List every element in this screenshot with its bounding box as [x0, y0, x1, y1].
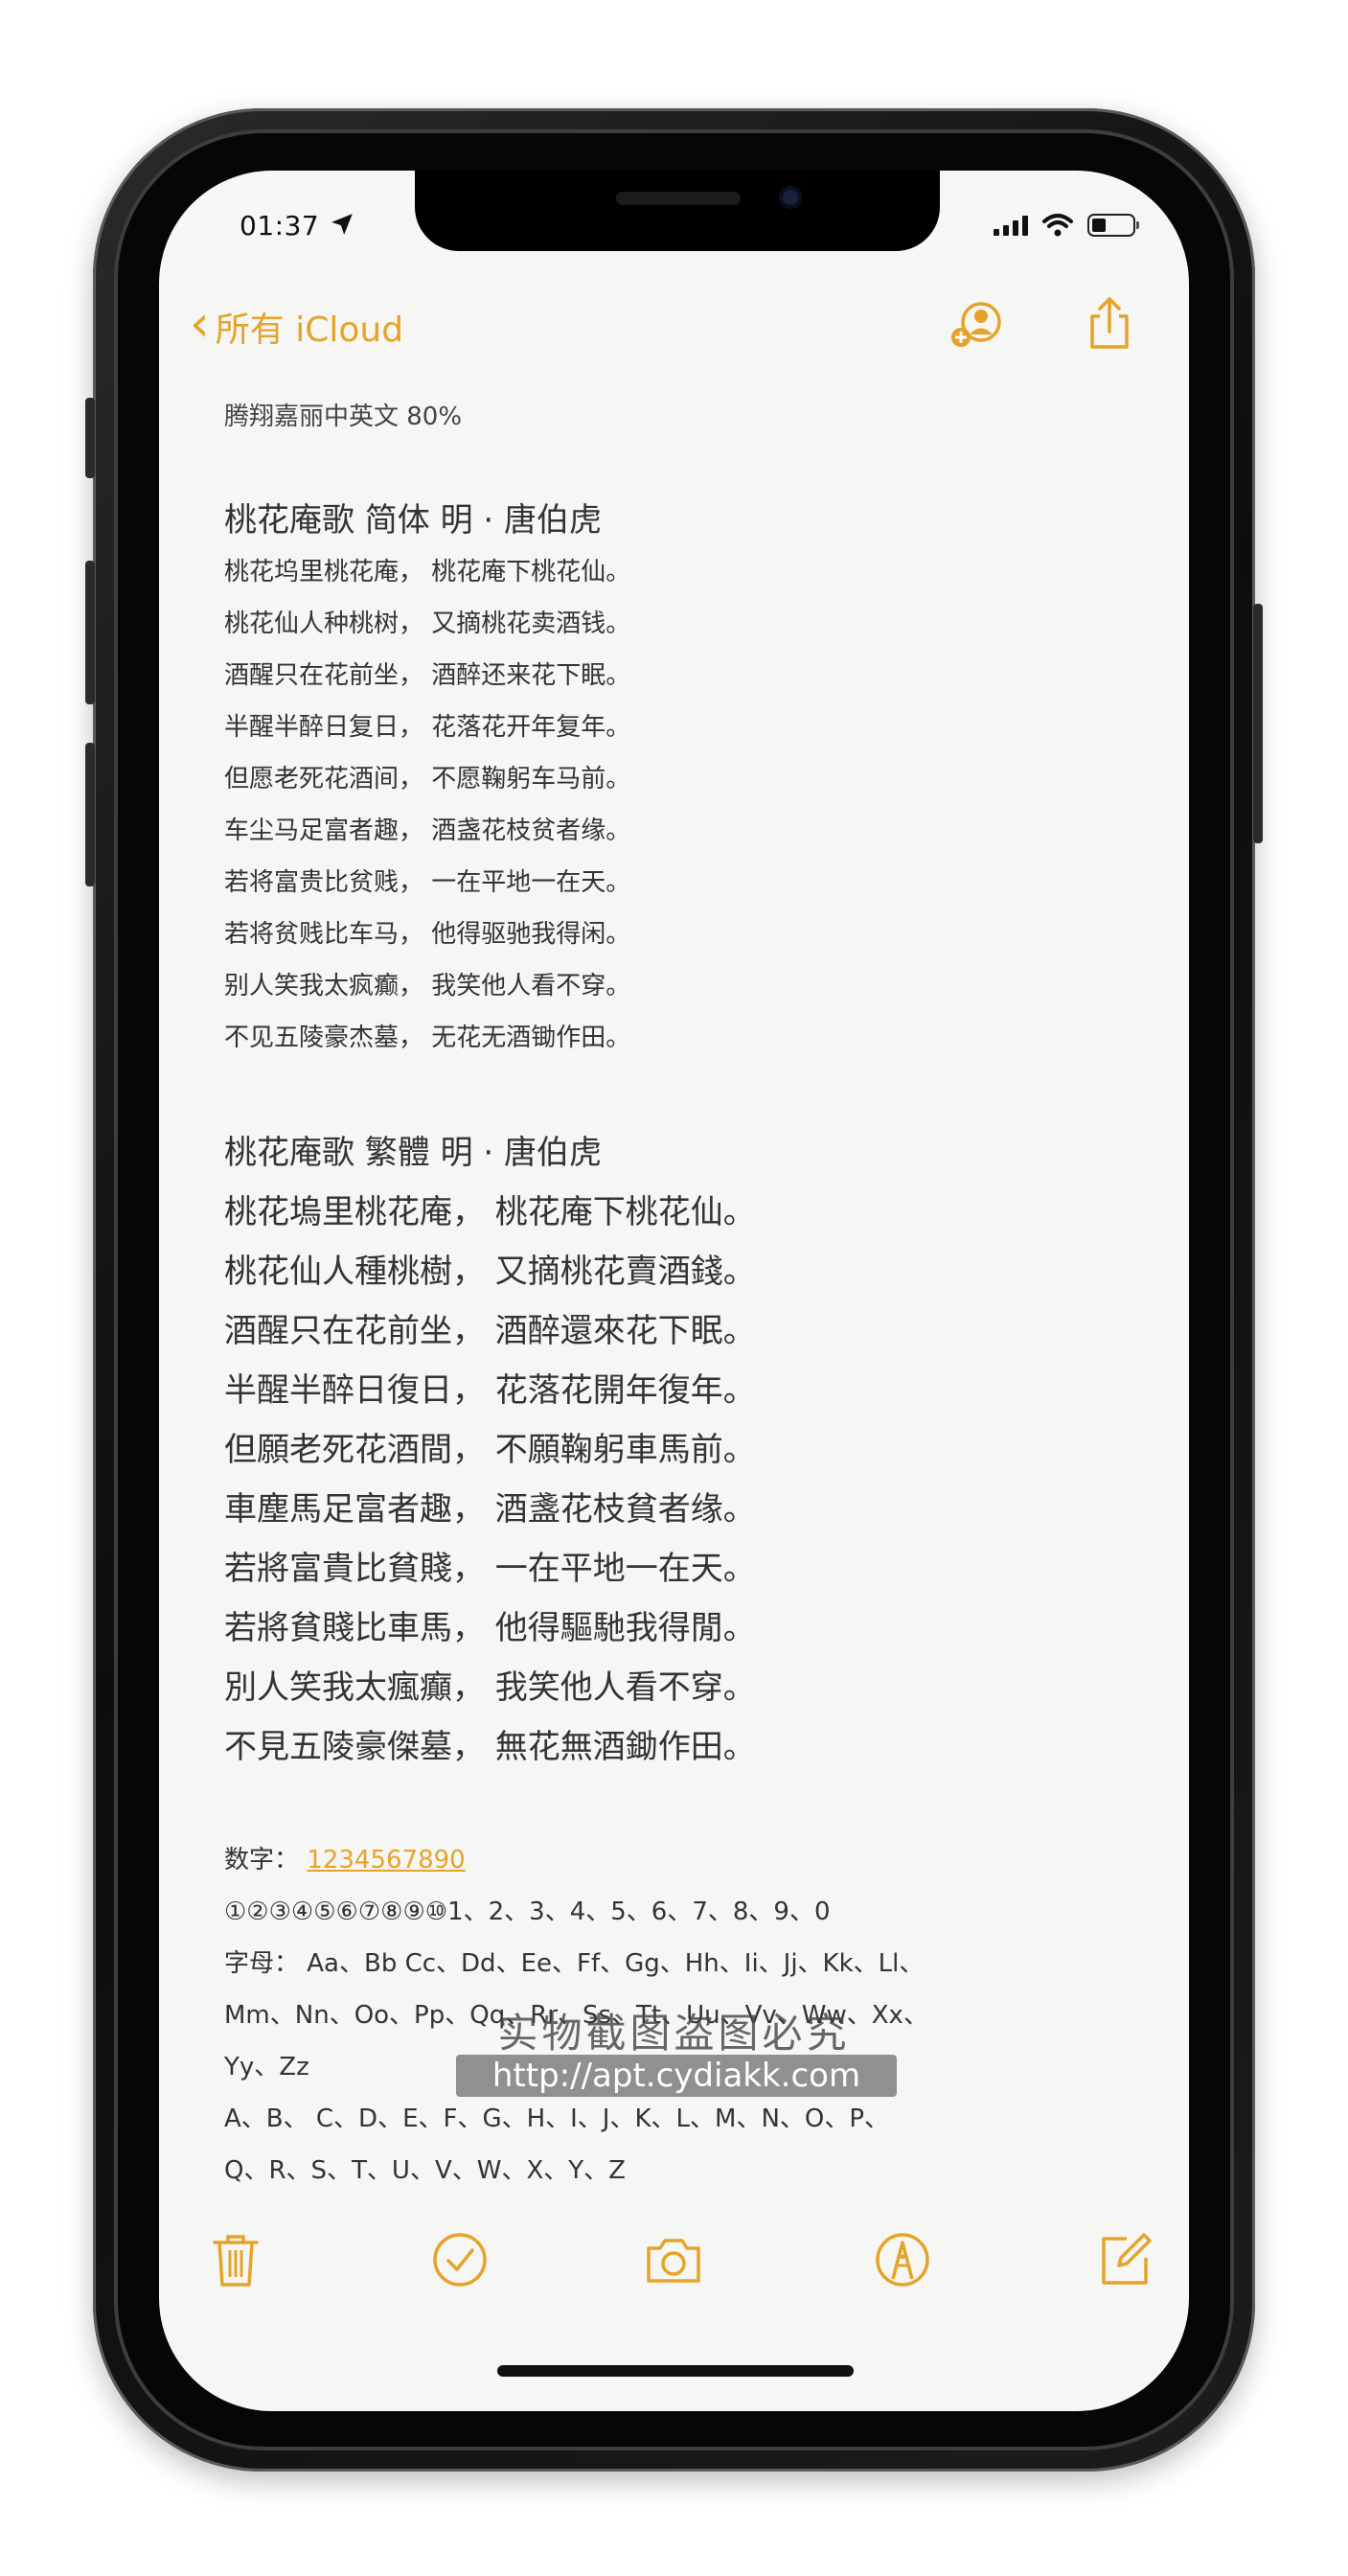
checklist-icon[interactable]: [429, 2229, 491, 2290]
note-body[interactable]: 腾翔嘉丽中英文 80% 桃花庵歌 简体 明 · 唐伯虎 桃花坞里桃花庵， 桃花庵…: [224, 393, 1122, 2196]
status-time: 01:37: [240, 210, 320, 242]
markup-pen-icon[interactable]: [872, 2229, 933, 2290]
poem-line: 桃花仙人種桃樹， 又摘桃花賣酒錢。: [224, 1253, 756, 1291]
digits-line: 数字： 1234567890: [224, 1834, 1122, 1886]
power-button: [1253, 604, 1263, 843]
simplified-poem-title: 桃花庵歌 简体 明 · 唐伯虎: [224, 501, 603, 540]
font-info-line: 腾翔嘉丽中英文 80%: [224, 402, 463, 431]
poem-line: 若将贫贱比车马， 他得驱驰我得闲。: [224, 920, 631, 949]
poem-line: 半醒半醉日復日， 花落花開年復年。: [224, 1371, 756, 1410]
wifi-icon: [1042, 214, 1073, 237]
circled-numbers-line: ①②③④⑤⑥⑦⑧⑨⑩1、2、3、4、5、6、7、8、9、0: [224, 1898, 831, 1926]
poem-line: 別人笑我太瘋癲， 我笑他人看不穿。: [224, 1668, 756, 1707]
location-arrow-icon: [331, 214, 353, 235]
poem-line: 但願老死花酒間， 不願鞠躬車馬前。: [224, 1431, 756, 1469]
poem-line: 半醒半醉日复日， 花落花开年复年。: [224, 713, 631, 742]
poem-line: 不見五陵豪傑墓， 無花無酒鋤作田。: [224, 1728, 756, 1766]
poem-line: 但愿老死花酒间， 不愿鞠躬车马前。: [224, 765, 631, 794]
trash-icon[interactable]: [205, 2229, 266, 2290]
poem-line: 桃花塢里桃花庵， 桃花庵下桃花仙。: [224, 1193, 756, 1231]
letters-line: 字母： Aa、Bb Cc、Dd、Ee、Ff、Gg、Hh、Ii、Jj、Kk、Ll、: [224, 1949, 925, 1978]
poem-line: 車塵馬足富者趣， 酒盞花枝貧者缘。: [224, 1490, 756, 1529]
poem-line: 若將富貴比貧賤， 一在平地一在天。: [224, 1550, 756, 1588]
volume-up-button: [85, 561, 95, 704]
battery-icon: [1087, 214, 1139, 237]
letters-line: Yy、Zz: [224, 2053, 309, 2082]
cellular-signal-icon: [994, 215, 1028, 236]
poem-line: 桃花坞里桃花庵， 桃花庵下桃花仙。: [224, 558, 631, 586]
chevron-left-icon: ‹: [190, 295, 210, 353]
silent-switch: [85, 398, 95, 478]
uppercase-line: A、B、 C、D、E、F、G、H、I、J、K、L、M、N、O、P、: [224, 2104, 890, 2133]
digits-phone-link[interactable]: 1234567890: [307, 1846, 465, 1874]
traditional-poem-title: 桃花庵歌 繁體 明 · 唐伯虎: [224, 1134, 603, 1172]
notes-screen: 01:37 ‹ 所有 iCloud 腾翔嘉丽中英文 80% 桃花庵歌 简体 明 …: [159, 171, 1189, 2411]
notch: [415, 171, 940, 251]
earpiece-speaker: [616, 192, 741, 205]
poem-line: 酒醒只在花前坐， 酒醉还来花下眠。: [224, 661, 631, 690]
share-icon[interactable]: [1081, 295, 1138, 353]
uppercase-line: Q、R、S、T、U、V、W、X、Y、Z: [224, 2156, 626, 2185]
volume-down-button: [85, 743, 95, 886]
bottom-toolbar: [159, 2229, 1189, 2296]
poem-line: 车尘马足富者趣， 酒盏花枝贫者缘。: [224, 816, 631, 845]
back-button-label: 所有 iCloud: [215, 310, 404, 350]
poem-line: 酒醒只在花前坐， 酒醉還來花下眠。: [224, 1312, 756, 1350]
status-icons: [994, 213, 1139, 238]
poem-line: 不见五陵豪杰墓， 无花无酒锄作田。: [224, 1024, 631, 1052]
add-person-icon[interactable]: [947, 295, 1004, 353]
poem-line: 别人笑我太疯癫， 我笑他人看不穿。: [224, 972, 631, 1000]
poem-line: 若將貧賤比車馬， 他得驅馳我得閒。: [224, 1609, 756, 1647]
letters-line: Mm、Nn、Oo、Pp、Qq、Rr、Ss、Tt、Uu、Vv、Ww、Xx、: [224, 2001, 928, 2030]
home-indicator[interactable]: [497, 2365, 854, 2377]
poem-line: 若将富贵比贫贱， 一在平地一在天。: [224, 868, 631, 897]
poem-line: 桃花仙人种桃树， 又摘桃花卖酒钱。: [224, 610, 631, 638]
camera-icon[interactable]: [643, 2229, 704, 2290]
compose-icon[interactable]: [1094, 2229, 1155, 2290]
digits-label: 数字：: [224, 1846, 300, 1874]
back-button[interactable]: ‹ 所有 iCloud: [190, 295, 404, 353]
front-camera: [779, 186, 802, 209]
